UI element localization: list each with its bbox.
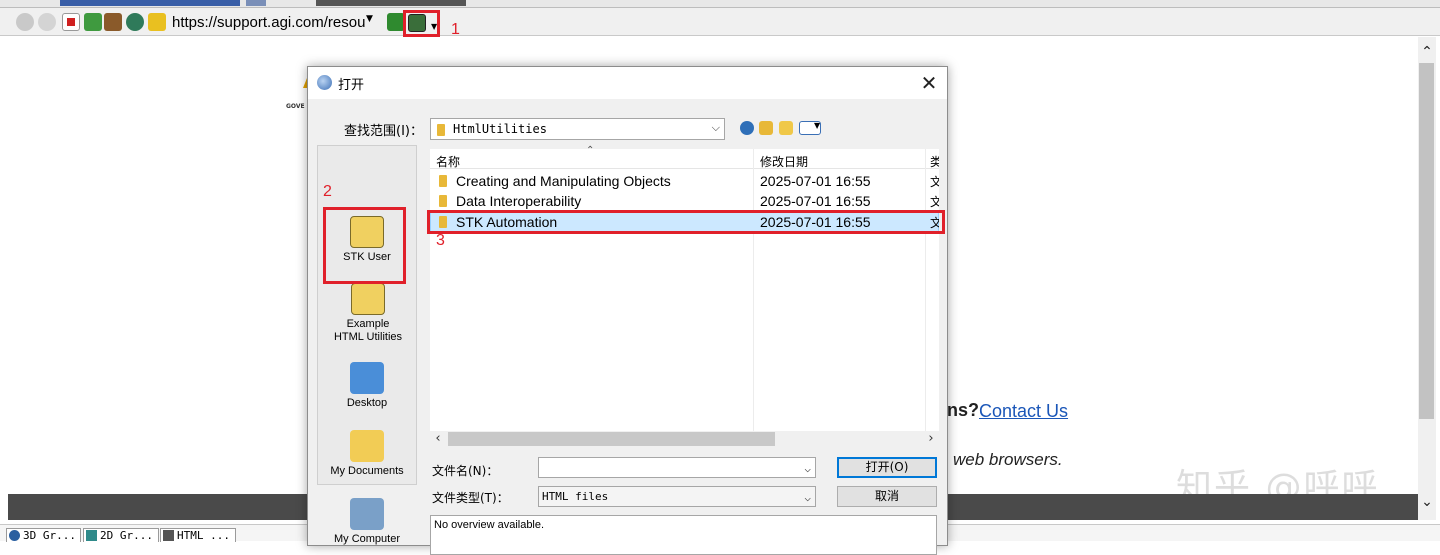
place-label: My Computer xyxy=(333,533,401,545)
file-row[interactable]: Creating and Manipulating Objects 2025-0… xyxy=(430,171,939,191)
look-in-label: 查找范围(I)： xyxy=(344,124,423,139)
column-header-type[interactable]: 类 xyxy=(930,153,939,170)
place-my-documents[interactable]: My Documents xyxy=(318,430,416,478)
window-tab-html[interactable]: HTML ... xyxy=(160,528,236,542)
file-list-hscrollbar[interactable]: ‹ › xyxy=(430,431,939,447)
file-name: Creating and Manipulating Objects xyxy=(456,173,671,189)
file-type-value: HTML files xyxy=(542,490,609,503)
open-file-dialog: 打开 ✕ 查找范围(I)： HtmlUtilities ⌵ ▼ STK User… xyxy=(307,66,948,555)
look-in-value: HtmlUtilities xyxy=(453,122,547,136)
place-my-computer[interactable]: My Computer xyxy=(318,498,416,546)
column-header-modified[interactable]: 修改日期 xyxy=(760,153,808,170)
globe-icon xyxy=(9,530,20,541)
up-folder-icon[interactable] xyxy=(759,121,773,135)
window-tab-label: 2D Gr... xyxy=(100,529,153,542)
place-desktop[interactable]: Desktop xyxy=(318,362,416,410)
page-scrollbar[interactable]: ⌃ ⌄ xyxy=(1418,37,1436,520)
scroll-down-icon[interactable]: ⌄ xyxy=(1420,495,1434,509)
close-icon[interactable]: ✕ xyxy=(914,70,944,96)
chevron-down-icon[interactable]: ⌵ xyxy=(804,488,811,507)
address-dropdown-icon[interactable]: ▼ xyxy=(366,14,373,24)
overview-text: No overview available. xyxy=(434,519,545,531)
dialog-title: 打开 xyxy=(338,78,365,93)
map-icon xyxy=(86,530,97,541)
file-list-header: 名称 ⌃ 修改日期 类 xyxy=(430,145,939,170)
browser-toolbar: https://support.agi.com/resour ▼ ▼ 1 xyxy=(0,8,1440,38)
home-icon[interactable] xyxy=(104,13,122,31)
new-folder-icon[interactable] xyxy=(779,121,793,135)
places-bar: STK User Example HTML Utilities Desktop … xyxy=(317,145,417,545)
folder-icon xyxy=(439,175,447,187)
clipped-toolbar-icon xyxy=(246,0,266,6)
window-tab-3d-graphics[interactable]: 3D Gr... xyxy=(6,528,81,542)
clipped-toolbar-icons xyxy=(60,0,240,6)
chevron-down-icon: ⌵ xyxy=(711,121,720,134)
file-type-label: 文件类型(T)： xyxy=(432,491,509,505)
overview-panel: No overview available. xyxy=(430,515,937,555)
dialog-title-bar[interactable]: 打开 ✕ xyxy=(308,67,947,99)
window-tab-label: 3D Gr... xyxy=(23,529,76,542)
window-tab-2d-graphics[interactable]: 2D Gr... xyxy=(83,528,159,542)
column-header-name[interactable]: 名称 xyxy=(436,153,460,170)
chevron-down-icon[interactable]: ⌵ xyxy=(804,459,811,478)
open-button[interactable]: 打开(O) xyxy=(837,457,937,478)
file-row[interactable]: Data Interoperability 2025-07-01 16:55 文 xyxy=(430,191,939,211)
favorites-icon[interactable] xyxy=(148,13,166,31)
scroll-left-icon[interactable]: ‹ xyxy=(430,431,446,447)
logo-text: GOVE xyxy=(286,103,305,110)
folder-icon xyxy=(439,195,447,207)
view-menu-icon[interactable]: ▼ xyxy=(799,121,821,135)
refresh-icon[interactable] xyxy=(84,13,102,31)
browsers-note: web browsers. xyxy=(953,450,1063,469)
file-type: 文 xyxy=(930,175,939,189)
highlight-box-stk-automation xyxy=(427,210,945,234)
place-label: Desktop xyxy=(346,397,388,409)
file-type-select[interactable]: HTML files ⌵ xyxy=(538,486,816,507)
forward-icon[interactable] xyxy=(38,13,56,31)
place-label: Example HTML Utilities xyxy=(333,318,403,343)
marker-2: 2 xyxy=(323,183,332,200)
html-utilities-icon xyxy=(351,283,385,315)
scroll-right-icon[interactable]: › xyxy=(923,431,939,447)
place-example-html-utilities[interactable]: Example HTML Utilities xyxy=(333,283,403,344)
scroll-up-icon[interactable]: ⌃ xyxy=(1420,45,1434,59)
sort-ascending-icon: ⌃ xyxy=(586,145,595,156)
file-type: 文 xyxy=(930,195,939,209)
address-url[interactable]: https://support.agi.com/resour xyxy=(172,14,366,32)
desktop-icon xyxy=(350,362,384,394)
back-folder-icon[interactable] xyxy=(740,121,754,135)
place-label: My Documents xyxy=(330,465,404,477)
search-icon[interactable] xyxy=(126,13,144,31)
contact-us-link[interactable]: Contact Us xyxy=(979,401,1068,422)
dialog-app-icon xyxy=(317,75,332,90)
file-name: Data Interoperability xyxy=(456,193,582,209)
my-computer-icon xyxy=(350,498,384,530)
cancel-button[interactable]: 取消 xyxy=(837,486,937,507)
file-modified: 2025-07-01 16:55 xyxy=(760,173,871,189)
highlight-box-html-utilities xyxy=(323,207,406,284)
file-list[interactable]: 名称 ⌃ 修改日期 类 Creating and Manipulating Ob… xyxy=(430,145,939,431)
hscrollbar-thumb[interactable] xyxy=(448,432,775,446)
stop-icon[interactable] xyxy=(62,13,80,31)
my-documents-icon xyxy=(350,430,384,462)
top-toolbar-strip xyxy=(0,0,1440,8)
window-tab-label: HTML ... xyxy=(177,529,230,542)
clipped-toolbar-field xyxy=(316,0,466,6)
file-name-field[interactable]: ⌵ xyxy=(538,457,816,478)
file-name-label: 文件名(N)： xyxy=(432,464,499,478)
html-window-icon xyxy=(163,530,174,541)
questions-text: ns? xyxy=(947,400,980,420)
file-modified: 2025-07-01 16:55 xyxy=(760,193,871,209)
scrollbar-thumb[interactable] xyxy=(1419,63,1434,419)
folder-icon xyxy=(437,124,445,136)
marker-3: 3 xyxy=(436,232,445,249)
look-in-select[interactable]: HtmlUtilities ⌵ xyxy=(430,118,725,140)
back-icon[interactable] xyxy=(16,13,34,31)
highlight-box-open-button xyxy=(403,10,440,37)
